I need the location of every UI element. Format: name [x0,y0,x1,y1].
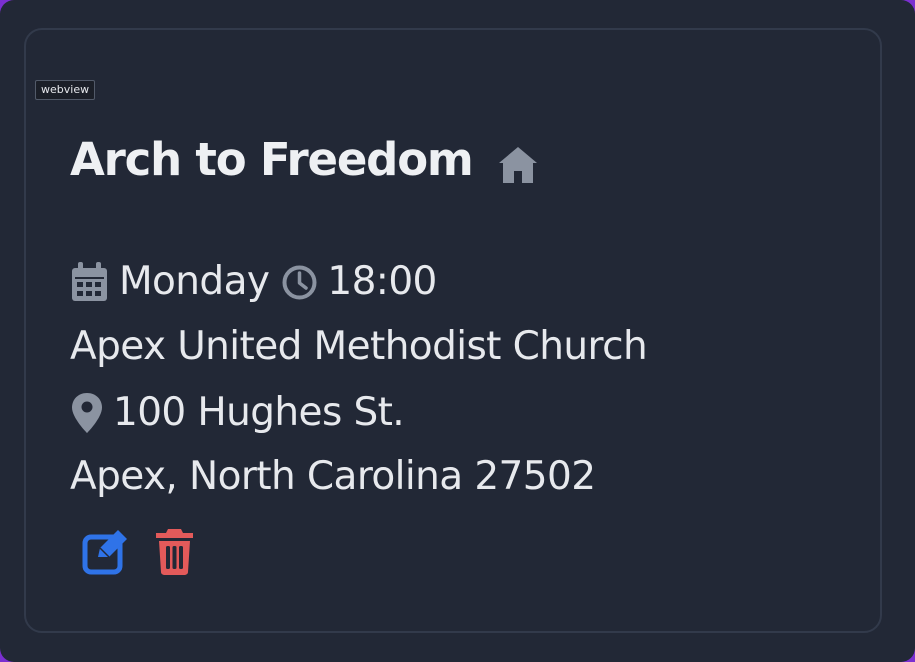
location-name-row: Apex United Methodist Church [70,323,648,371]
edit-button[interactable] [80,525,132,577]
trash-icon [154,527,195,576]
meeting-schedule-row: Monday 18:00 [70,258,437,306]
street-address-row: 100 Hughes St. [70,389,405,437]
meeting-title: Arch to Freedom [70,133,474,186]
meeting-time: 18:00 [327,259,437,304]
webview-tooltip: webview [35,80,96,100]
edit-icon [82,527,131,576]
calendar-icon [70,261,109,303]
city-state-zip-row: Apex, North Carolina 27502 [70,453,596,501]
home-icon [497,145,539,185]
street-address: 100 Hughes St. [113,390,405,435]
location-name: Apex United Methodist Church [70,324,648,369]
meeting-title-row: Arch to Freedom [70,132,539,188]
city-state-zip: Apex, North Carolina 27502 [70,454,596,499]
meeting-day: Monday [119,259,270,304]
meeting-actions [80,525,216,577]
delete-button[interactable] [148,525,200,577]
clock-icon [281,264,318,301]
map-pin-icon [70,392,104,434]
webview-window: webview Arch to Freedom Monday 18:00 Ape… [0,0,915,662]
